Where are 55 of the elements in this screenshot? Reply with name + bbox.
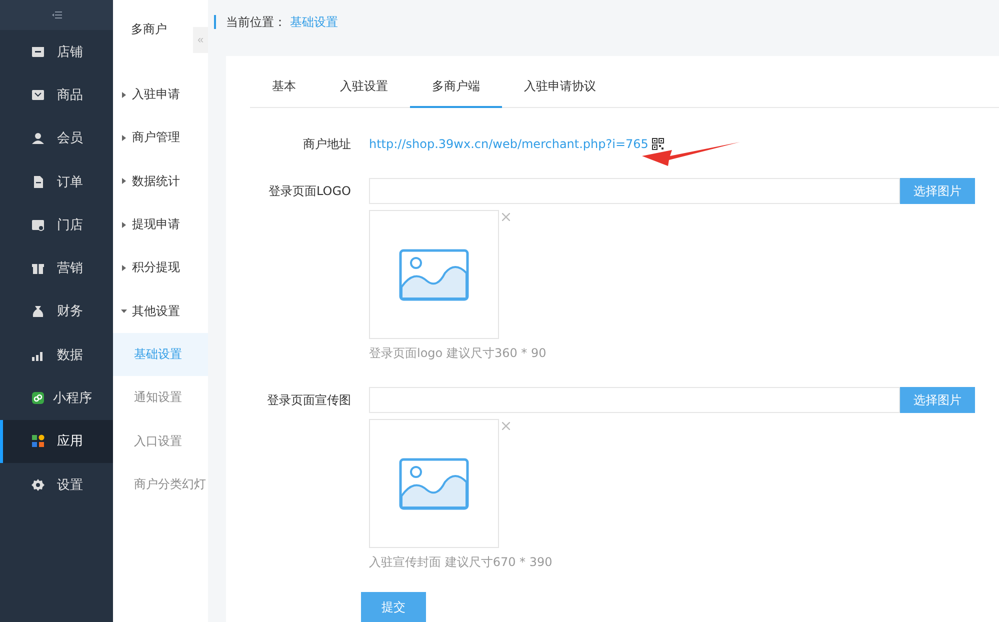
submenu-item[interactable]: 积分提现	[113, 246, 208, 290]
sidebar-item[interactable]: 店铺	[0, 30, 113, 74]
qr-code-icon[interactable]	[652, 138, 664, 150]
nav-icon	[31, 44, 45, 59]
tab[interactable]: 基本	[250, 78, 318, 108]
caret-right-icon	[121, 178, 127, 184]
submenu-subitem[interactable]: 通知设置	[113, 376, 208, 420]
sidebar-item[interactable]: 订单	[0, 160, 113, 204]
nav-icon	[31, 218, 45, 232]
sidebar-item[interactable]: 营销	[0, 246, 113, 290]
caret-right-icon	[121, 92, 127, 98]
close-icon[interactable]	[499, 419, 510, 433]
field-label: 登录页面宣传图	[266, 392, 352, 409]
nav-icon	[31, 131, 45, 146]
nav-icon	[31, 434, 45, 448]
nav-icon	[31, 88, 45, 102]
sidebar-item[interactable]: 商品	[0, 73, 113, 117]
image-placeholder-icon	[399, 248, 469, 300]
field-label: 商户地址	[302, 136, 352, 152]
sidebar-item[interactable]: 会员	[0, 116, 113, 160]
submenu-item[interactable]: 商户管理	[113, 116, 208, 160]
nav-icon	[31, 478, 45, 492]
submenu-subitem[interactable]: 商户分类幻灯	[113, 462, 208, 506]
submenu-item[interactable]: 提现申请	[113, 202, 208, 246]
tab[interactable]: 入驻设置	[318, 78, 410, 108]
image-placeholder-icon	[399, 458, 469, 510]
menu-icon[interactable]	[52, 11, 62, 19]
input-field[interactable]	[369, 178, 900, 204]
sidebar-item[interactable]: 设置	[0, 462, 113, 506]
sidebar-item[interactable]: 财务	[0, 290, 113, 334]
tab[interactable]: 入驻申请协议	[502, 78, 618, 108]
sidebar-item[interactable]: 小程序	[0, 376, 113, 420]
nav-icon	[31, 391, 45, 406]
submenu-item[interactable]: 数据统计	[113, 160, 208, 203]
hint-text: 登录页面logo 建议尺寸360 * 90	[369, 345, 548, 362]
close-icon[interactable]	[499, 210, 510, 224]
caret-right-icon	[121, 264, 127, 271]
sidebar-item[interactable]: 门店	[0, 203, 113, 246]
hint-text: 入驻宣传封面 建议尺寸670 * 390	[369, 554, 554, 571]
submenu-item[interactable]: 其他设置	[113, 289, 208, 333]
submenu-subitem[interactable]: 入口设置	[113, 419, 208, 463]
nav-icon	[31, 261, 45, 276]
submenu-title: 多商户	[131, 21, 167, 38]
sidebar-item[interactable]: 应用	[0, 420, 113, 463]
breadcrumb-label: 当前位置：	[226, 14, 286, 30]
nav-icon	[31, 304, 45, 318]
submenu-item[interactable]: 入驻申请	[113, 73, 208, 116]
sidebar-item[interactable]: 数据	[0, 333, 113, 376]
caret-right-icon	[121, 222, 127, 228]
caret-right-icon	[121, 134, 127, 141]
input-field[interactable]	[369, 387, 900, 413]
field-label: 登录页面LOGO	[268, 183, 352, 200]
caret-down-icon	[121, 308, 127, 314]
tab[interactable]: 多商户端	[410, 78, 502, 108]
nav-icon	[31, 174, 45, 189]
